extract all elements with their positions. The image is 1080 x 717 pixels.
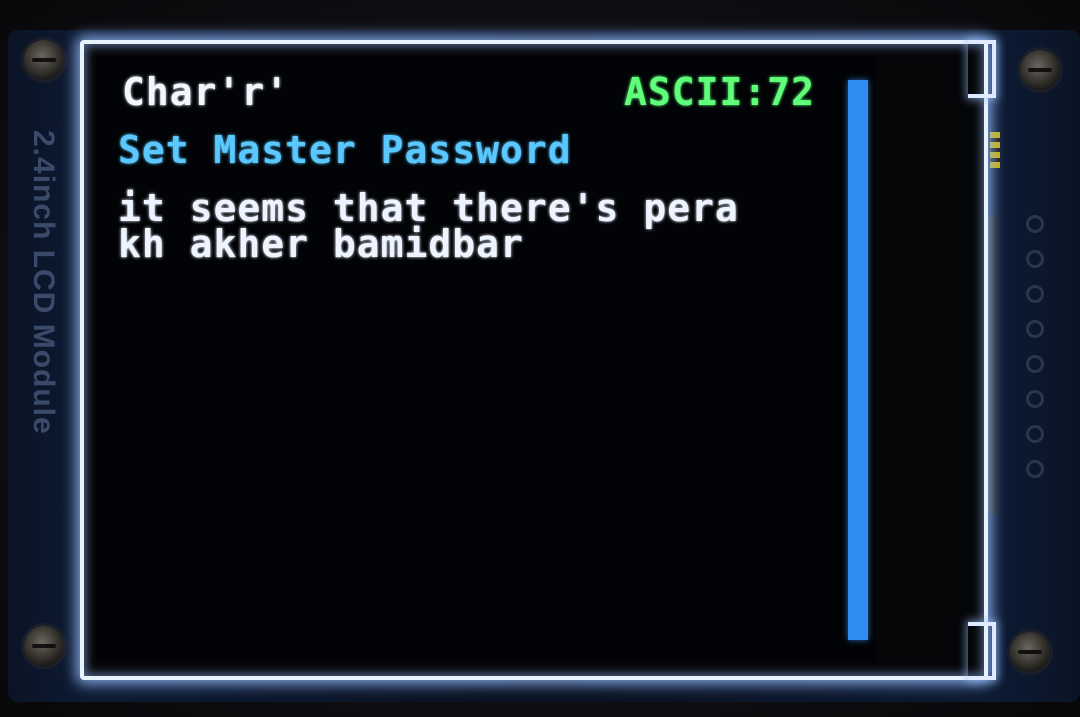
device-photo: 2.4inch LCD Module Char'r' ASCII:72 Set … xyxy=(0,0,1080,717)
header-pin xyxy=(1026,250,1044,268)
lcd-screen: Char'r' ASCII:72 Set Master Password it … xyxy=(96,56,876,662)
header-pin xyxy=(1026,285,1044,303)
header-pins xyxy=(1020,215,1050,515)
header-pin xyxy=(1026,390,1044,408)
mounting-screw-top-left xyxy=(24,40,64,80)
header-pin xyxy=(1026,355,1044,373)
mounting-screw-bottom-right xyxy=(1010,632,1050,672)
char-label: Char'r' xyxy=(122,70,290,114)
pcb-marking xyxy=(990,132,1000,168)
module-silkscreen-label: 2.4inch LCD Module xyxy=(27,130,60,435)
mounting-screw-top-right xyxy=(1020,50,1060,90)
header-pin xyxy=(1026,320,1044,338)
ascii-label: ASCII:72 xyxy=(624,70,816,114)
mounting-screw-bottom-left xyxy=(24,626,64,666)
header-pin xyxy=(1026,215,1044,233)
bezel-tab-bottom xyxy=(968,622,996,680)
scrollbar xyxy=(848,80,868,640)
header-pin xyxy=(1026,425,1044,443)
message-line: kh akher bamidbar xyxy=(118,222,524,266)
bezel-tab-top xyxy=(968,40,996,98)
header-pin xyxy=(1026,460,1044,478)
screen-title: Set Master Password xyxy=(118,128,572,172)
